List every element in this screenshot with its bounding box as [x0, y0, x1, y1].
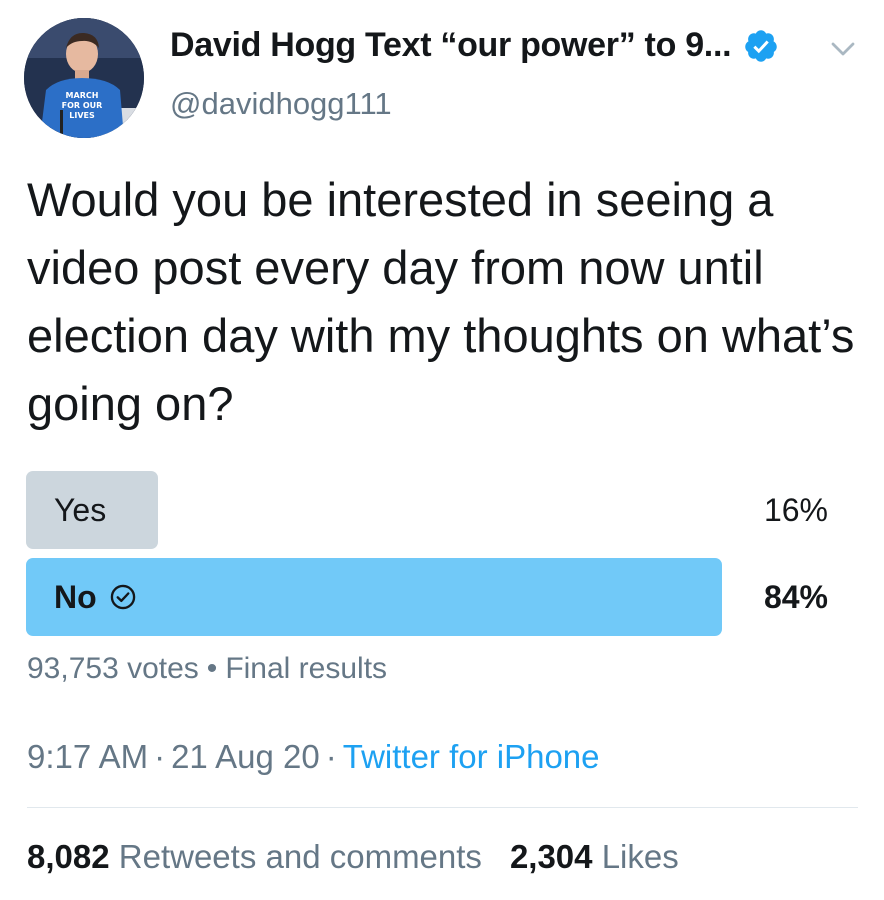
likes-count: 2,304	[509, 838, 593, 875]
poll-option-yes-percent: 16%	[763, 491, 828, 528]
retweets-count: 8,082	[27, 838, 110, 875]
chevron-down-icon[interactable]	[828, 34, 858, 64]
poll-option-yes-bar: Yes	[26, 471, 158, 549]
poll-option-no-label: No	[54, 578, 97, 615]
poll-option-no-label-wrap: No	[54, 558, 137, 636]
poll-option-yes-label-wrap: Yes	[54, 471, 106, 549]
likes-label: Likes	[601, 838, 679, 875]
tweet: MARCH FOR OUR LIVES David Hogg Text “our…	[0, 0, 884, 900]
avatar-shirt-line-3: LIVES	[69, 111, 95, 120]
poll-option-no-bar: No	[26, 558, 722, 636]
divider	[27, 807, 858, 808]
avatar[interactable]: MARCH FOR OUR LIVES	[24, 18, 144, 138]
tweet-time[interactable]: 9:17 AM	[27, 738, 148, 775]
retweets-label: Retweets and comments	[118, 838, 482, 875]
check-circle-icon	[110, 584, 135, 610]
tweet-text: Would you be interested in seeing a vide…	[27, 173, 855, 430]
avatar-shirt-line-1: MARCH	[66, 91, 99, 100]
handle[interactable]: @davidhogg111	[170, 86, 392, 122]
poll-status: Final results	[225, 652, 388, 685]
avatar-shirt-line-2: FOR OUR	[62, 101, 103, 110]
timestamp-row: 9:17 AM · 21 Aug 20 · Twitter for iPhone	[27, 738, 600, 776]
poll-meta: 93,753 votes • Final results	[27, 652, 387, 686]
tweet-source-link[interactable]: Twitter for iPhone	[343, 738, 600, 775]
poll-votes: 93,753 votes	[27, 652, 199, 685]
verified-badge-icon	[745, 29, 777, 62]
poll-option-no-percent: 84%	[763, 578, 828, 615]
poll-meta-separator: •	[206, 652, 218, 685]
tweet-date[interactable]: 21 Aug 20	[171, 738, 320, 775]
likes-stat[interactable]: 2,304 Likes	[510, 838, 679, 875]
poll-option-yes-label: Yes	[54, 491, 107, 528]
timestamp-separator-2: ·	[325, 738, 337, 775]
avatar-image: MARCH FOR OUR LIVES	[24, 18, 144, 138]
retweets-stat[interactable]: 8,082 Retweets and comments	[27, 838, 482, 875]
timestamp-separator-1: ·	[154, 738, 166, 775]
display-name[interactable]: David Hogg Text “our power” to 9...	[170, 26, 732, 65]
stats-row: 8,082 Retweets and comments 2,304 Likes	[27, 838, 679, 876]
display-name-row[interactable]: David Hogg Text “our power” to 9...	[170, 26, 779, 65]
